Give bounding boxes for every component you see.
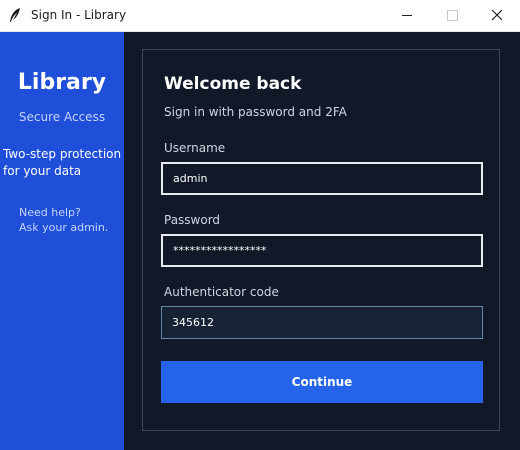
continue-button[interactable]: Continue	[161, 361, 483, 403]
maximize-icon	[446, 10, 458, 21]
window-title: Sign In - Library	[31, 8, 127, 22]
minimize-button[interactable]	[384, 0, 430, 31]
feature-text: Two-step protection for your data	[3, 146, 125, 180]
password-input[interactable]	[161, 234, 483, 267]
username-input[interactable]	[161, 162, 483, 195]
feature-line: for your data	[3, 164, 82, 178]
form-heading: Welcome back	[164, 74, 302, 94]
minimize-icon	[402, 15, 412, 16]
maximize-button[interactable]	[429, 0, 475, 31]
help-line: Ask your admin.	[19, 221, 109, 234]
otp-label: Authenticator code	[164, 285, 279, 299]
help-line: Need help?	[19, 206, 81, 219]
authenticator-code-input[interactable]	[161, 306, 483, 339]
password-label: Password	[164, 213, 221, 227]
sidebar: Library Secure Access Two-step protectio…	[0, 32, 124, 450]
username-label: Username	[164, 141, 226, 155]
title-bar: Sign In - Library	[0, 0, 520, 32]
sign-in-card: Welcome back Sign in with password and 2…	[142, 49, 500, 431]
main-panel: Welcome back Sign in with password and 2…	[124, 32, 520, 450]
close-button[interactable]	[474, 0, 520, 31]
help-text: Need help? Ask your admin.	[19, 205, 123, 235]
sign-in-window: Sign In - Library Library Secure Access …	[0, 0, 520, 450]
feature-line: Two-step protection	[3, 147, 122, 161]
form-subheading: Sign in with password and 2FA	[164, 105, 347, 119]
brand-subtitle: Secure Access	[18, 110, 106, 124]
brand-title: Library	[17, 70, 107, 95]
feather-icon	[8, 7, 22, 23]
close-icon	[491, 6, 503, 25]
